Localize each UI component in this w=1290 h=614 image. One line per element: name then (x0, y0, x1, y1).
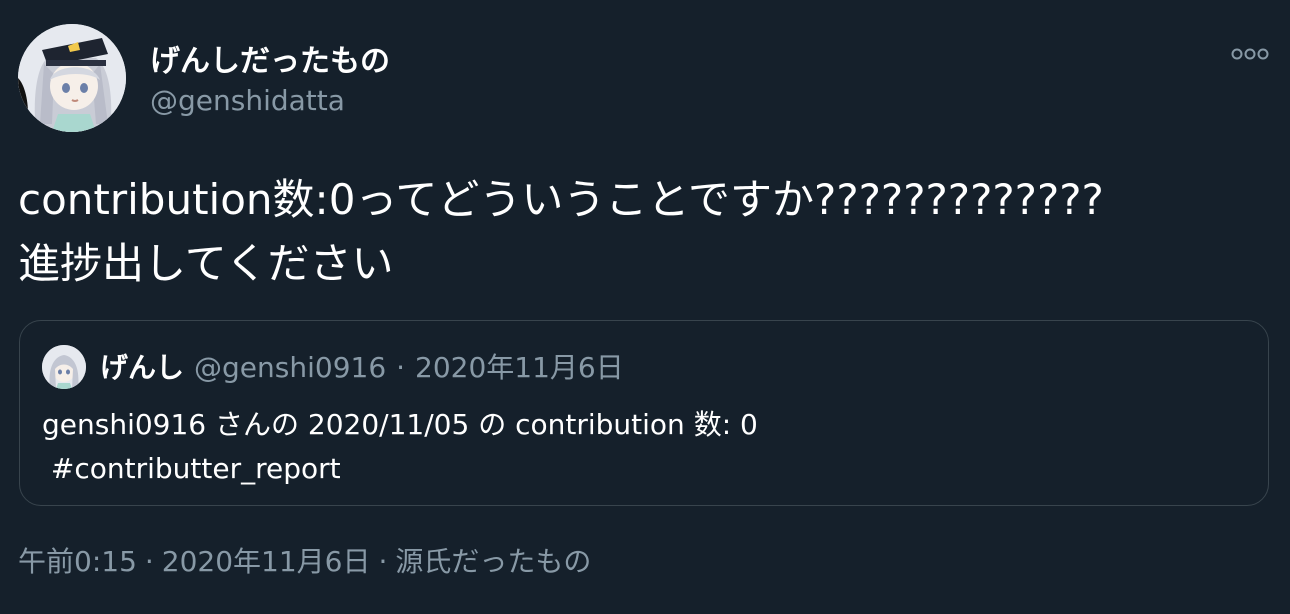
author-display-name[interactable]: げんしだったもの (150, 36, 390, 80)
quoted-tweet-text: genshi0916 さんの 2020/11/05 の contribution… (42, 408, 758, 485)
tweet-date[interactable]: 2020年11月6日 (162, 545, 371, 578)
avatar-image (18, 24, 126, 132)
tweet-source[interactable]: 源氏だったもの (395, 545, 591, 578)
quoted-avatar-image (42, 345, 86, 389)
quoted-tweet-date[interactable]: 2020年11月6日 (415, 351, 624, 384)
author-avatar[interactable] (18, 24, 126, 132)
tweet-card: げんしだったもの @genshidatta contribution数:0ってど… (0, 0, 1290, 614)
more-options-button[interactable] (1228, 36, 1272, 72)
footer-separator: · (378, 545, 388, 578)
quoted-tweet[interactable]: げんし @genshi0916 · 2020年11月6日 genshi0916 さんの… (19, 320, 1269, 506)
author-handle[interactable]: @genshidatta (150, 84, 345, 117)
quoted-tweet-header: げんし @genshi0916 · 2020年11月6日 (100, 349, 624, 387)
more-options-icon (1231, 48, 1269, 60)
footer-separator: · (144, 545, 154, 578)
tweet-time[interactable]: 午前0:15 (18, 545, 137, 578)
quoted-separator: · (396, 351, 406, 384)
tweet-text: contribution数:0ってどういうことですか????????????? … (18, 175, 1104, 288)
quoted-author-handle[interactable]: @genshi0916 (194, 351, 386, 384)
quoted-author-name[interactable]: げんし (100, 351, 184, 384)
quoted-author-avatar[interactable] (42, 345, 86, 389)
tweet-meta-footer: 午前0:15 · 2020年11月6日 · 源氏だったもの (18, 540, 591, 580)
